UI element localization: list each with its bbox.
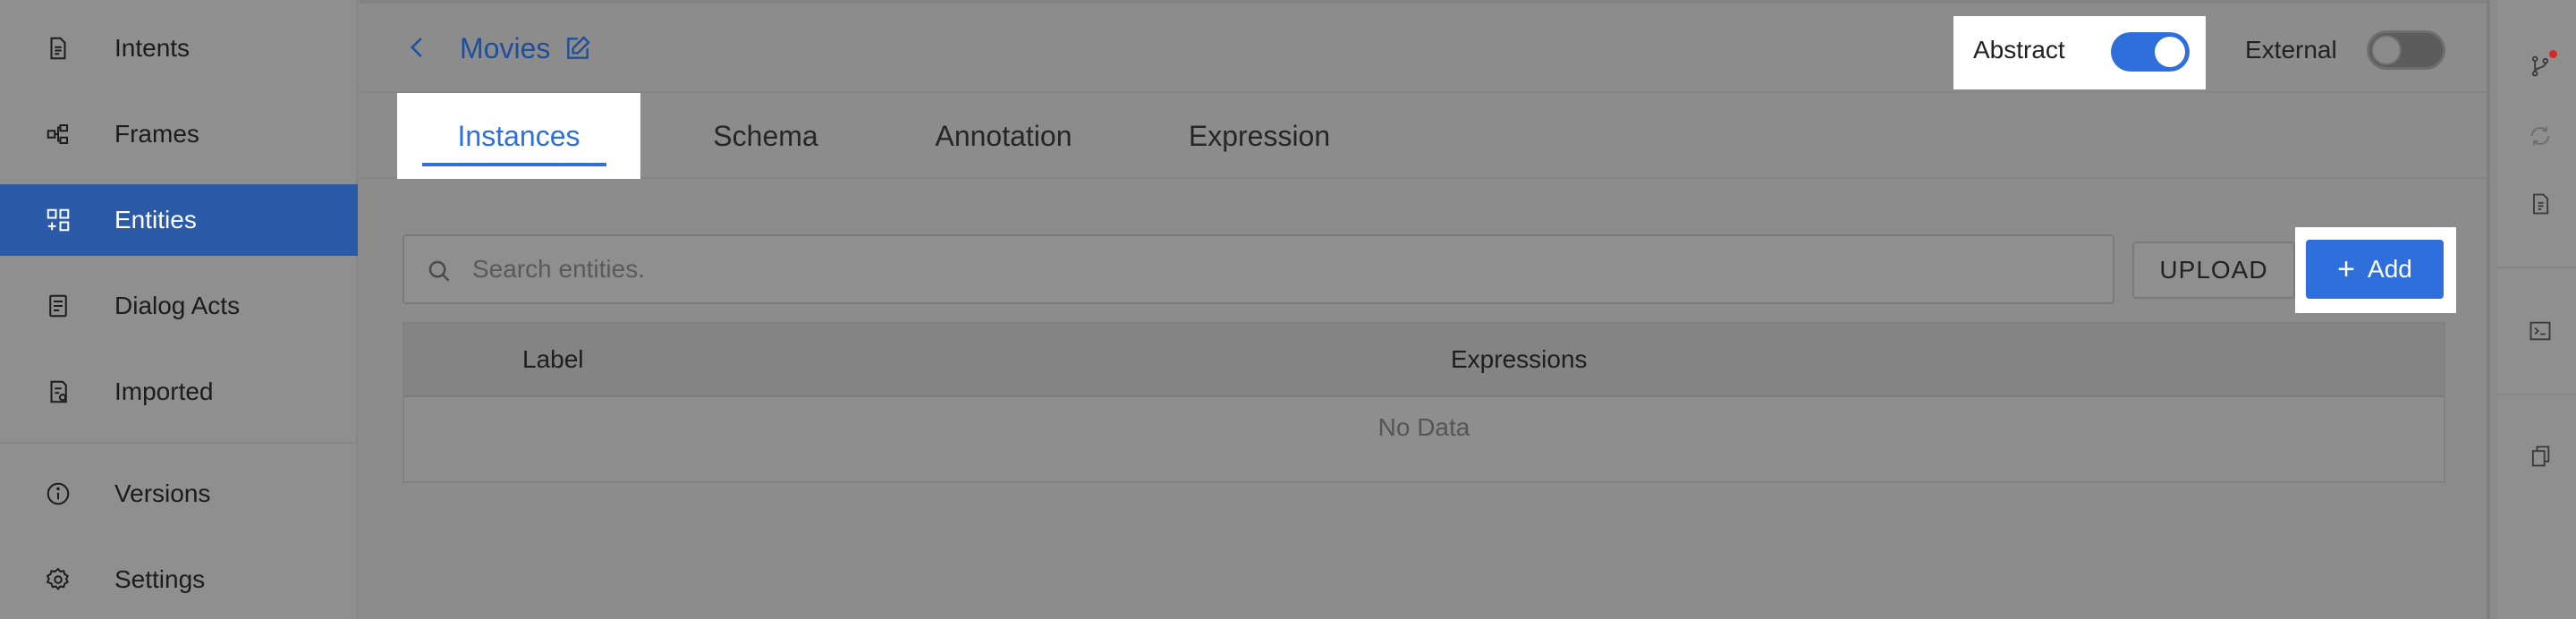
rail-divider — [2497, 394, 2576, 395]
toggle-knob — [2371, 35, 2402, 65]
active-tab-indicator — [422, 163, 606, 166]
plus-icon: + — [2337, 252, 2356, 286]
column-header-label: Label — [522, 345, 584, 373]
abstract-label: Abstract — [1973, 36, 2065, 64]
add-button[interactable]: + Add — [2306, 240, 2444, 299]
tab-bar: Instances Schema Annotation Expression — [360, 93, 2487, 179]
abstract-toggle[interactable] — [2111, 32, 2190, 72]
sidebar-item-entities[interactable]: Entities — [0, 184, 358, 256]
empty-state-text: No Data — [1377, 413, 1470, 441]
back-arrow-icon[interactable] — [404, 34, 431, 61]
tab-label: Annotation — [935, 119, 1072, 152]
sidebar-divider — [0, 442, 358, 444]
rail-separator — [2487, 0, 2497, 619]
column-header-expressions: Expressions — [1451, 345, 1588, 373]
table-header: Label Expressions — [404, 324, 2444, 397]
edit-icon[interactable] — [564, 34, 592, 63]
main-content: Movies Abstract External Instances Schem… — [360, 0, 2487, 619]
sidebar-item-dialog-acts[interactable]: Dialog Acts — [0, 270, 358, 342]
imported-icon — [45, 378, 72, 405]
refresh-icon[interactable] — [2528, 123, 2553, 148]
dialog-acts-icon — [45, 293, 72, 319]
sidebar: Intents Frames Entities Dialog Acts Impo… — [0, 0, 358, 619]
search-input[interactable] — [472, 236, 2100, 302]
frames-icon — [45, 121, 72, 148]
external-label: External — [2245, 36, 2337, 64]
sidebar-item-label: Entities — [114, 206, 197, 233]
doc-info-icon[interactable] — [2528, 191, 2553, 216]
sidebar-item-versions[interactable]: Versions — [0, 458, 358, 530]
tab-label: Expression — [1188, 119, 1331, 152]
document-icon — [45, 35, 72, 62]
tab-label: Instances — [457, 119, 580, 152]
notification-dot — [2549, 50, 2557, 58]
sidebar-item-label: Settings — [114, 565, 206, 593]
page-header: Movies Abstract External — [360, 0, 2487, 93]
sidebar-item-label: Dialog Acts — [114, 292, 241, 319]
sidebar-item-label: Versions — [114, 479, 211, 507]
toggle-knob — [2155, 37, 2185, 67]
search-box — [402, 234, 2114, 304]
sidebar-item-label: Frames — [114, 120, 199, 148]
entities-icon — [45, 207, 72, 233]
sidebar-item-label: Imported — [114, 377, 214, 405]
add-button-label: Add — [2368, 255, 2412, 283]
copy-icon[interactable] — [2528, 444, 2553, 469]
tab-annotation[interactable]: Annotation — [882, 93, 1125, 179]
tab-schema[interactable]: Schema — [667, 93, 864, 179]
entities-table: Label Expressions No Data — [402, 322, 2445, 483]
tab-expression[interactable]: Expression — [1138, 93, 1381, 179]
external-toggle[interactable] — [2367, 30, 2445, 70]
add-button-highlight: + Add — [2295, 227, 2456, 313]
page-title: Movies — [460, 32, 551, 64]
info-icon — [45, 480, 72, 507]
right-rail — [2497, 0, 2576, 619]
upload-button[interactable]: UPLOAD — [2132, 242, 2295, 299]
sidebar-item-intents[interactable]: Intents — [0, 13, 358, 84]
rail-divider — [2497, 267, 2576, 268]
abstract-toggle-group: Abstract — [1953, 16, 2206, 89]
sidebar-item-frames[interactable]: Frames — [0, 98, 358, 170]
sidebar-item-label: Intents — [114, 34, 191, 62]
gear-icon — [45, 566, 72, 593]
terminal-icon[interactable] — [2528, 318, 2553, 343]
sidebar-item-imported[interactable]: Imported — [0, 356, 358, 428]
tab-label: Schema — [713, 119, 818, 152]
sidebar-item-settings[interactable]: Settings — [0, 544, 358, 615]
search-icon — [426, 258, 453, 284]
branch-icon[interactable] — [2528, 54, 2553, 79]
tab-instances[interactable]: Instances — [397, 93, 640, 179]
